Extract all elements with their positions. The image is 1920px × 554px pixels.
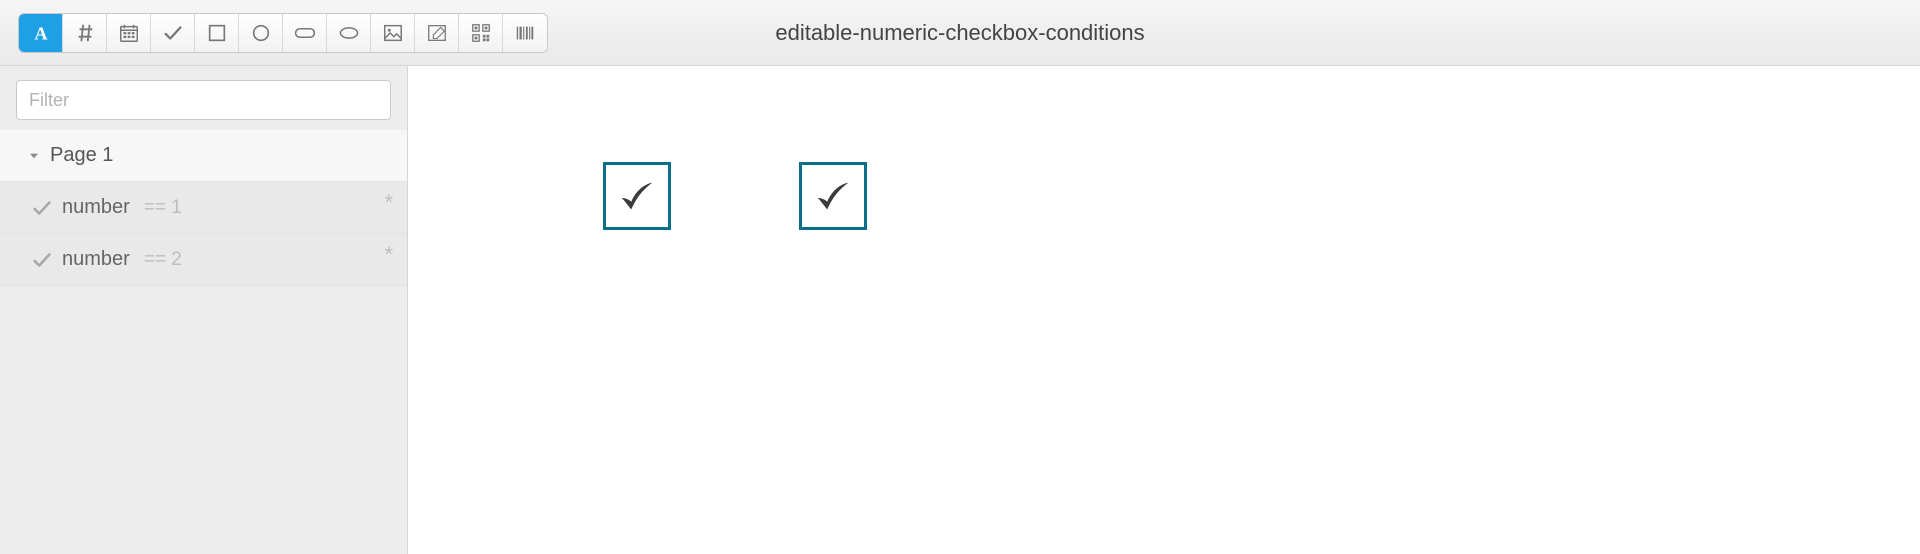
circle-icon — [250, 22, 272, 44]
checkmark-icon — [614, 173, 660, 219]
tree-item-label: number — [62, 196, 130, 219]
tree-item-condition: == 1 — [144, 197, 182, 219]
checkbox-widget[interactable] — [799, 162, 867, 230]
svg-text:A: A — [34, 23, 48, 43]
tree-page-row[interactable]: Page 1 — [0, 130, 407, 182]
checkbox-widget[interactable] — [603, 162, 671, 230]
signature-tool-button[interactable] — [415, 14, 459, 52]
rounded-rect-icon — [293, 22, 317, 44]
square-tool-button[interactable] — [195, 14, 239, 52]
tree-item-condition: == 2 — [144, 249, 182, 271]
signature-icon — [426, 22, 448, 44]
barcode-tool-button[interactable] — [503, 14, 547, 52]
square-icon — [206, 22, 228, 44]
tree-item[interactable]: number == 1 * — [0, 182, 407, 234]
main-body: Page 1 number == 1 * number == 2 * — [0, 66, 1920, 554]
filter-input[interactable] — [16, 80, 391, 120]
topbar: A — [0, 0, 1920, 66]
filter-wrap — [0, 66, 407, 130]
circle-tool-button[interactable] — [239, 14, 283, 52]
hash-icon — [74, 22, 96, 44]
tree: Page 1 number == 1 * number == 2 * — [0, 130, 407, 286]
barcode-icon — [514, 22, 536, 44]
image-icon — [382, 22, 404, 44]
rounded-rect-tool-button[interactable] — [283, 14, 327, 52]
tree-item[interactable]: number == 2 * — [0, 234, 407, 286]
text-icon: A — [30, 22, 52, 44]
check-icon — [30, 196, 54, 220]
page-title: editable-numeric-checkbox-conditions — [775, 20, 1144, 46]
text-tool-button[interactable]: A — [19, 14, 63, 52]
calendar-icon — [118, 22, 140, 44]
asterisk-icon: * — [384, 190, 393, 216]
asterisk-icon: * — [384, 242, 393, 268]
ellipse-icon — [337, 22, 361, 44]
sidebar: Page 1 number == 1 * number == 2 * — [0, 66, 408, 554]
checkmark-icon — [810, 173, 856, 219]
check-icon — [30, 248, 54, 272]
check-icon — [162, 22, 184, 44]
toolbar: A — [18, 13, 548, 53]
canvas[interactable] — [408, 66, 1920, 554]
page-label: Page 1 — [50, 144, 113, 167]
hash-tool-button[interactable] — [63, 14, 107, 52]
qrcode-icon — [470, 22, 492, 44]
check-tool-button[interactable] — [151, 14, 195, 52]
tree-item-label: number — [62, 248, 130, 271]
image-tool-button[interactable] — [371, 14, 415, 52]
calendar-tool-button[interactable] — [107, 14, 151, 52]
ellipse-tool-button[interactable] — [327, 14, 371, 52]
caret-down-icon — [24, 146, 44, 166]
qrcode-tool-button[interactable] — [459, 14, 503, 52]
